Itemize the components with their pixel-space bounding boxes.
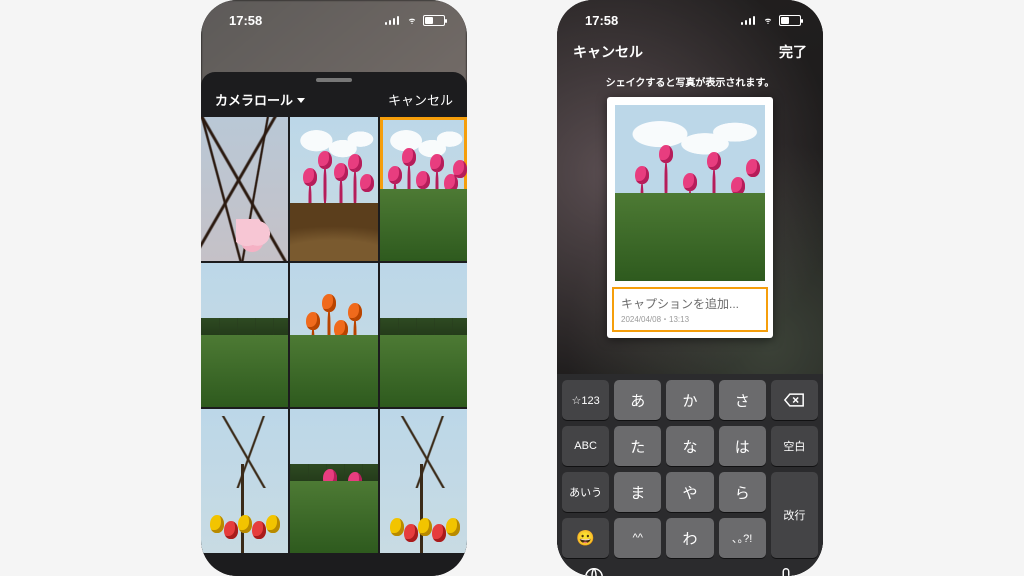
- photo-thumb[interactable]: [290, 117, 377, 261]
- phone-caption-editor: 17:58 キャンセル 完了 シェイクすると写真が表示されます。 キャプションを…: [557, 0, 823, 576]
- kana-key[interactable]: わ: [666, 518, 713, 558]
- chevron-down-icon: [297, 98, 305, 103]
- mic-icon[interactable]: [775, 566, 797, 576]
- cancel-button[interactable]: キャンセル: [573, 42, 643, 62]
- photo-thumb[interactable]: [290, 263, 377, 407]
- status-icons: [741, 15, 801, 26]
- phone-photo-picker: 17:58 カメラロール キャンセル: [201, 0, 467, 576]
- key-emoji[interactable]: 😀: [562, 518, 609, 558]
- kana-key[interactable]: さ: [719, 380, 766, 420]
- kana-key[interactable]: ら: [719, 472, 766, 512]
- delete-icon: [784, 393, 804, 407]
- kana-key[interactable]: か: [666, 380, 713, 420]
- polaroid-card[interactable]: キャプションを追加... 2024/04/08・13:13: [607, 97, 773, 338]
- photo-picker-sheet: カメラロール キャンセル: [201, 72, 467, 576]
- photo-thumb[interactable]: [201, 409, 288, 553]
- selected-photo: [615, 105, 765, 281]
- photo-datetime: 2024/04/08・13:13: [621, 314, 759, 325]
- wifi-icon: [405, 15, 419, 25]
- status-bar: 17:58: [557, 0, 823, 40]
- kana-key[interactable]: や: [666, 472, 713, 512]
- caption-input-area[interactable]: キャプションを追加... 2024/04/08・13:13: [612, 287, 768, 332]
- key-space[interactable]: 空白: [771, 426, 818, 466]
- album-label: カメラロール: [215, 90, 293, 109]
- cellular-signal-icon: [385, 15, 401, 25]
- key-mode-kana[interactable]: あいう: [562, 472, 609, 512]
- key-mode-numeric[interactable]: ☆123: [562, 380, 609, 420]
- kana-key[interactable]: ま: [614, 472, 661, 512]
- status-time: 17:58: [229, 13, 262, 28]
- cellular-signal-icon: [741, 15, 757, 25]
- kana-key[interactable]: は: [719, 426, 766, 466]
- key-mode-alpha[interactable]: ABC: [562, 426, 609, 466]
- photo-grid: [201, 117, 467, 576]
- wifi-icon: [761, 15, 775, 25]
- key-return[interactable]: 改行: [771, 472, 818, 558]
- done-button[interactable]: 完了: [779, 42, 807, 62]
- photo-thumb[interactable]: [380, 263, 467, 407]
- keyboard: ☆123 あ か さ ABC た な は 空白 あいう ま や ら 改行 😀: [557, 374, 823, 576]
- caption-placeholder: キャプションを追加...: [621, 295, 759, 312]
- key-delete[interactable]: [771, 380, 818, 420]
- kana-key[interactable]: な: [666, 426, 713, 466]
- photo-thumb[interactable]: [380, 409, 467, 553]
- battery-icon: [423, 15, 445, 26]
- photo-thumb[interactable]: [201, 117, 288, 261]
- status-icons: [385, 15, 445, 26]
- album-selector[interactable]: カメラロール: [215, 90, 305, 109]
- status-bar: 17:58: [201, 0, 467, 40]
- cancel-button[interactable]: キャンセル: [388, 90, 453, 109]
- nav-bar: キャンセル 完了: [557, 40, 823, 68]
- photo-thumb-selected[interactable]: [380, 117, 467, 261]
- globe-icon[interactable]: [583, 566, 605, 576]
- photo-thumb[interactable]: [201, 263, 288, 407]
- battery-icon: [779, 15, 801, 26]
- sheet-grabber[interactable]: [316, 78, 352, 82]
- shake-hint: シェイクすると写真が表示されます。: [557, 68, 823, 97]
- kana-key[interactable]: ､｡?!: [719, 518, 766, 558]
- photo-thumb[interactable]: [290, 409, 377, 553]
- status-time: 17:58: [585, 13, 618, 28]
- kana-key[interactable]: た: [614, 426, 661, 466]
- kana-key[interactable]: あ: [614, 380, 661, 420]
- kana-key[interactable]: ^^: [614, 518, 661, 558]
